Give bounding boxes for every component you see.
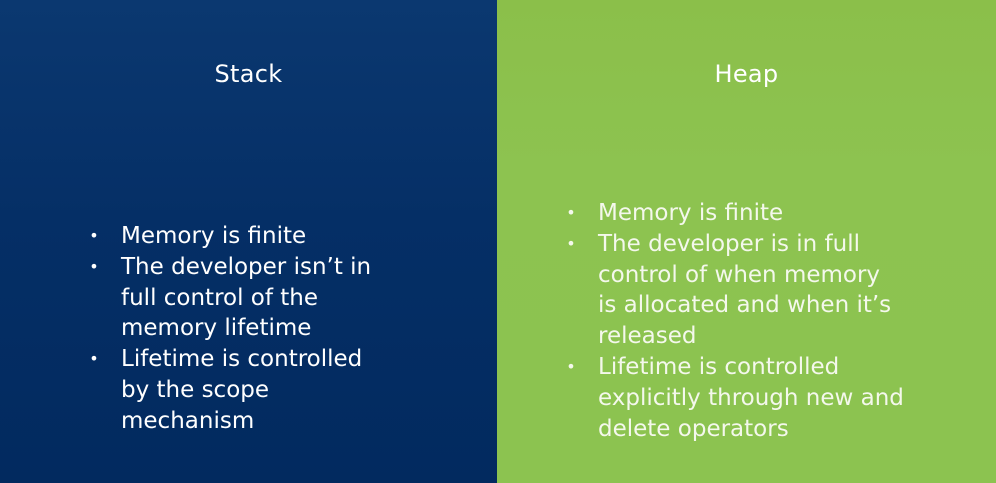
stack-title: Stack xyxy=(214,60,283,88)
heap-bullet-text: Memory is finite xyxy=(598,200,784,226)
heap-bullet-list: • Memory is finite • The developer is in… xyxy=(565,198,905,444)
bullet-dot-icon: • xyxy=(566,233,576,253)
stack-bullet-text: Lifetime is controlled by the scope mech… xyxy=(121,346,363,434)
stack-panel: Stack • Memory is finite • The developer… xyxy=(0,0,497,483)
bullet-dot-icon: • xyxy=(89,256,99,276)
bullet-dot-icon: • xyxy=(566,356,576,376)
bullet-dot-icon: • xyxy=(89,349,99,369)
heap-bullet-item: • Lifetime is controlled explicitly thro… xyxy=(565,352,905,444)
stack-bullet-text: The developer isn’t in full control of t… xyxy=(121,253,372,342)
heap-panel: Heap • Memory is finite • The developer … xyxy=(497,0,996,483)
slide: Stack • Memory is finite • The developer… xyxy=(0,0,996,483)
stack-bullet-item: • Lifetime is controlled by the scope me… xyxy=(88,344,388,436)
heap-bullet-item: • Memory is finite xyxy=(565,198,905,229)
heap-bullet-item: • The developer is in full control of wh… xyxy=(565,229,905,352)
stack-bullet-text: Memory is finite xyxy=(121,223,307,249)
heap-bullet-text: The developer is in full control of when… xyxy=(598,230,892,350)
stack-bullet-item: • The developer isn’t in full control of… xyxy=(88,252,388,344)
bullet-dot-icon: • xyxy=(89,226,99,245)
stack-bullet-item: • Memory is finite xyxy=(88,221,388,252)
heap-bullet-text: Lifetime is controlled explicitly throug… xyxy=(598,353,904,442)
bullet-dot-icon: • xyxy=(566,203,576,222)
stack-bullet-list: • Memory is finite • The developer isn’t… xyxy=(88,221,388,437)
heap-title: Heap xyxy=(714,60,779,88)
